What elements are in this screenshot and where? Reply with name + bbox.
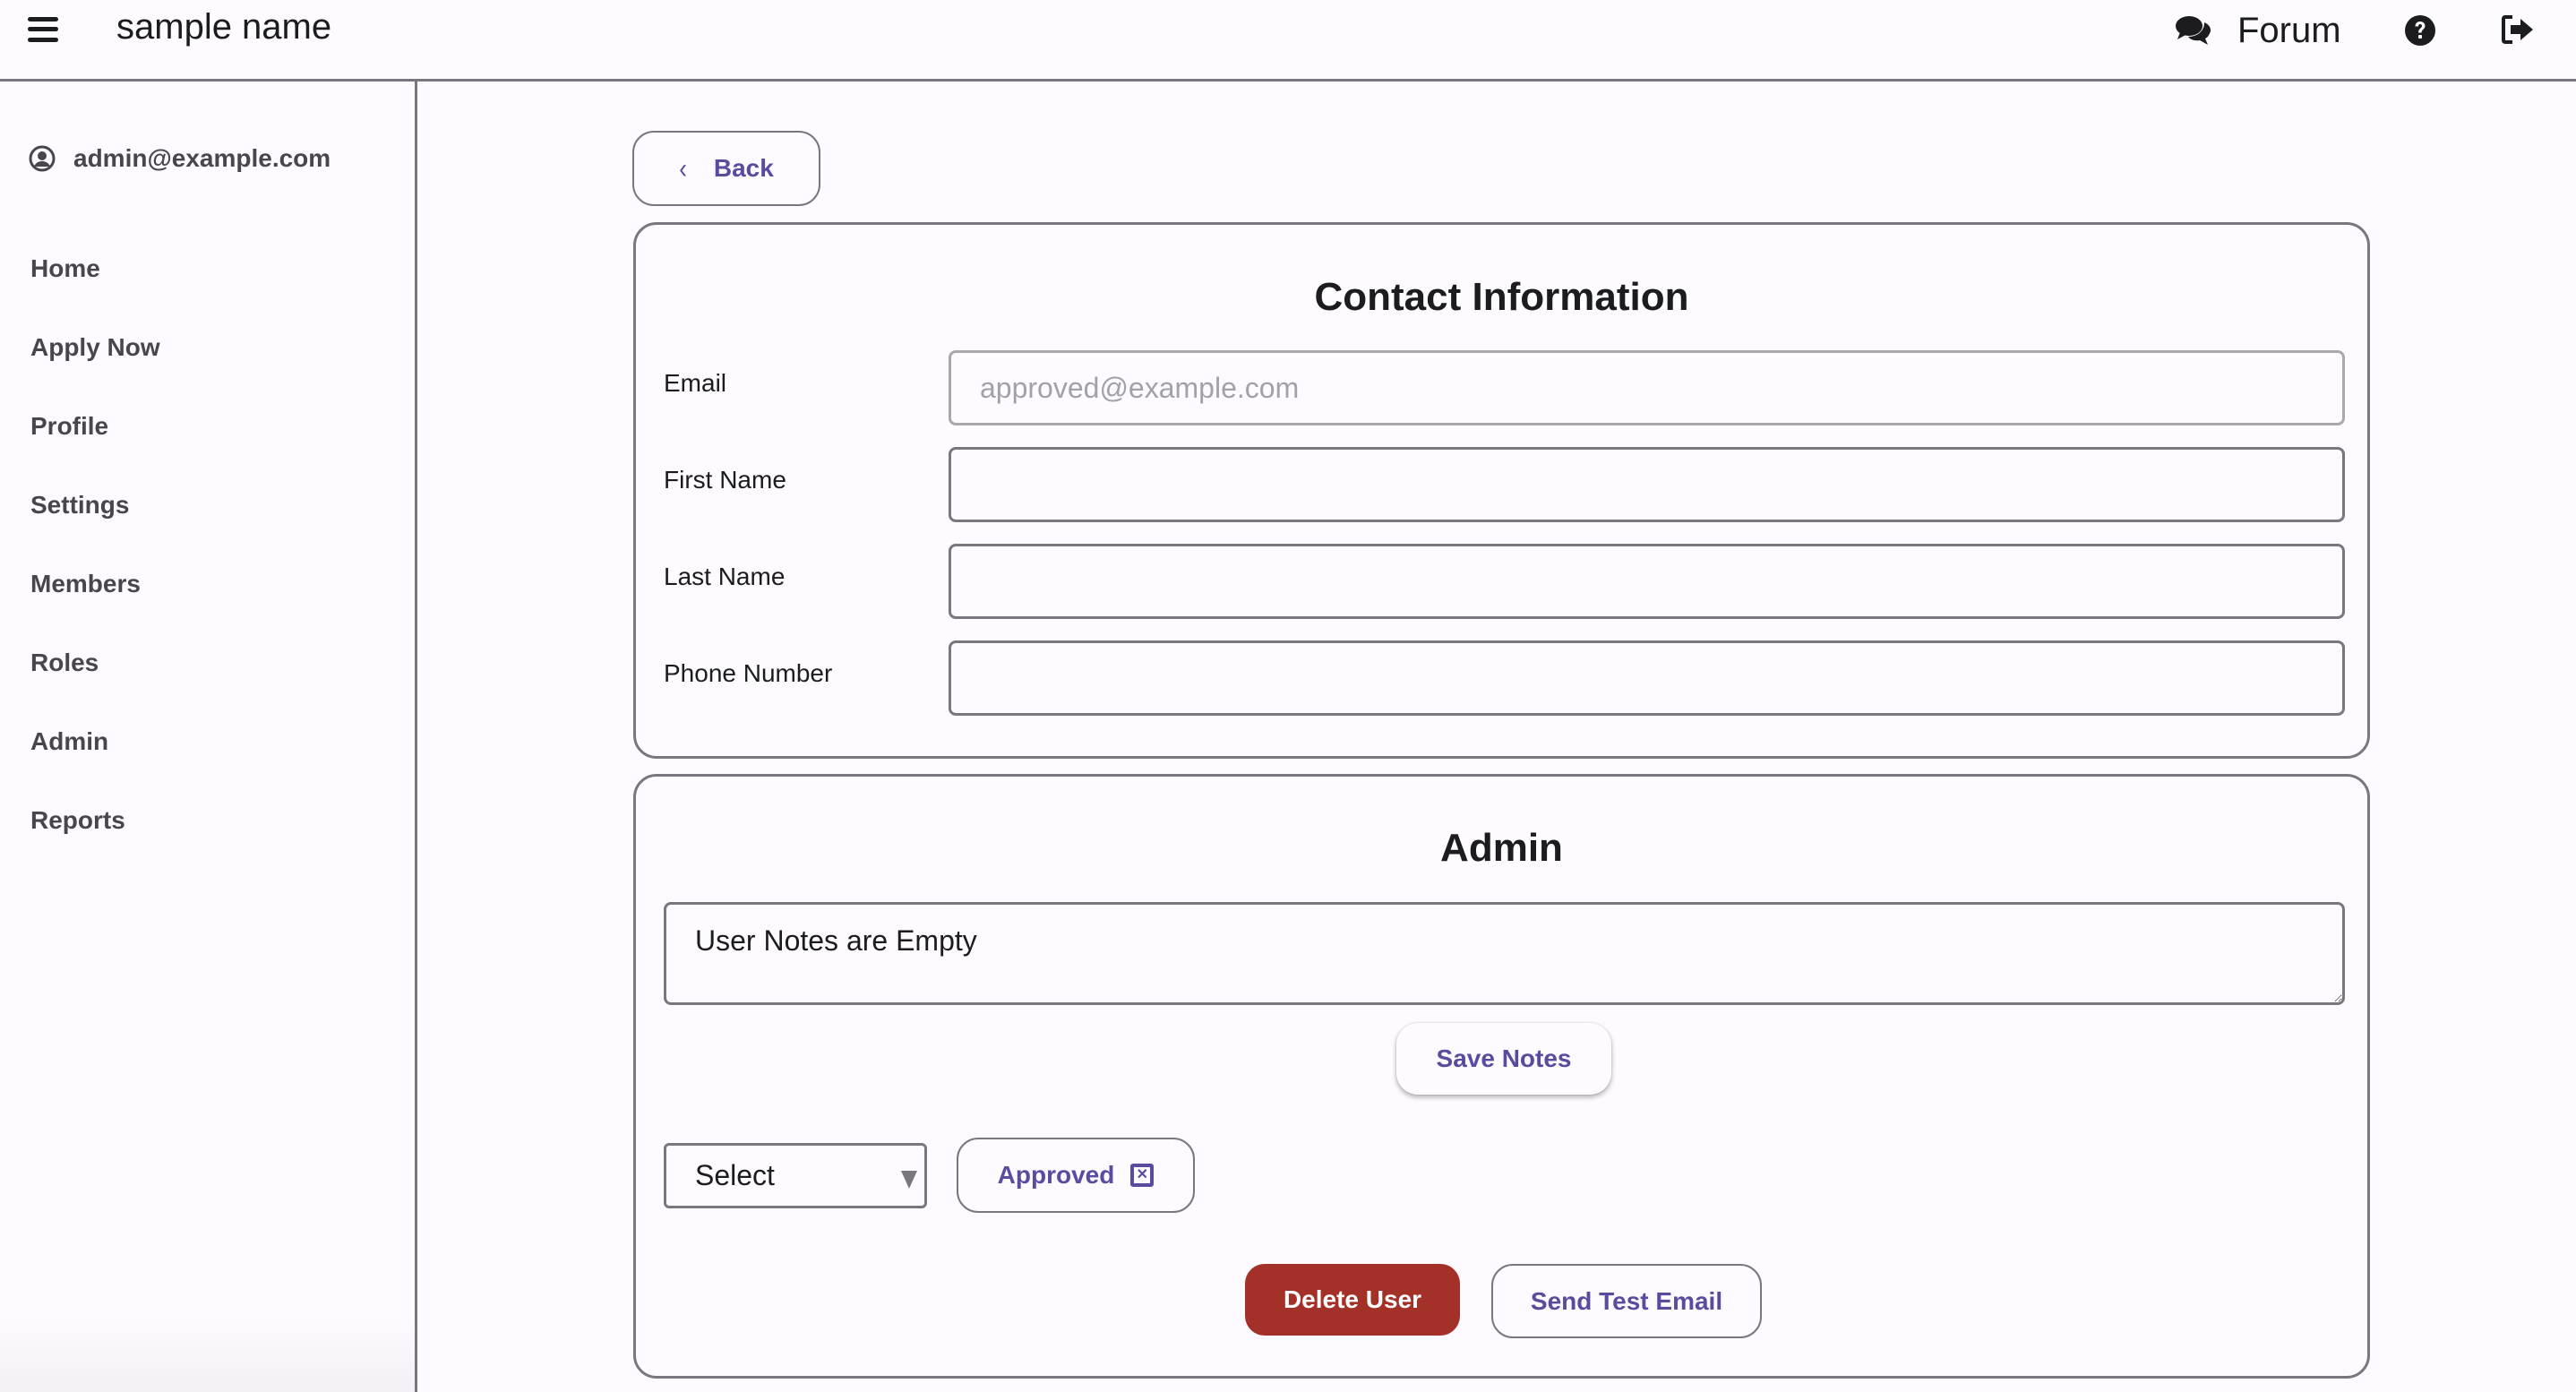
sidebar-item-admin[interactable]: Admin — [30, 727, 108, 756]
back-button[interactable]: ‹ Back — [632, 131, 820, 206]
last-name-field[interactable] — [949, 544, 2345, 619]
sidebar-item-members[interactable]: Members — [30, 570, 141, 598]
sidebar-item-apply-now[interactable]: Apply Now — [30, 333, 160, 362]
approved-status-chip[interactable]: Approved ✕ — [957, 1138, 1195, 1213]
hamburger-icon[interactable] — [25, 14, 61, 47]
close-box-icon: ✕ — [1130, 1164, 1155, 1187]
email-label: Email — [664, 369, 727, 397]
admin-title: Admin — [1440, 826, 1563, 870]
comments-icon — [2176, 16, 2211, 45]
forum-link[interactable]: Forum — [2175, 7, 2341, 54]
sidebar-item-reports[interactable]: Reports — [30, 806, 125, 835]
approved-label: Approved — [997, 1161, 1115, 1189]
sidebar-item-home[interactable]: Home — [30, 254, 100, 283]
sign-out-icon[interactable] — [2501, 14, 2535, 45]
sidebar-item-profile[interactable]: Profile — [30, 412, 108, 441]
phone-number-field[interactable] — [949, 640, 2345, 716]
role-select[interactable]: Select — [664, 1143, 927, 1208]
email-field[interactable] — [949, 350, 2345, 425]
contact-information-title: Contact Information — [1314, 275, 1689, 319]
user-circle-icon — [29, 145, 56, 172]
delete-user-button[interactable]: Delete User — [1245, 1264, 1460, 1336]
save-notes-button[interactable]: Save Notes — [1396, 1023, 1611, 1095]
role-select-value: Select — [695, 1159, 775, 1191]
phone-number-label: Phone Number — [664, 659, 833, 687]
last-name-label: Last Name — [664, 563, 786, 590]
dropdown-arrow-icon — [901, 1171, 917, 1189]
current-user: admin@example.com — [29, 144, 331, 173]
send-test-email-button[interactable]: Send Test Email — [1491, 1264, 1762, 1338]
sidebar: admin@example.com Home Apply Now Profile… — [0, 82, 417, 1392]
sidebar-item-roles[interactable]: Roles — [30, 649, 99, 677]
chevron-left-icon: ‹ — [679, 151, 687, 185]
admin-card: Admin User Notes are Empty Save Notes Se… — [633, 774, 2370, 1379]
first-name-field[interactable] — [949, 447, 2345, 522]
question-circle-icon[interactable] — [2404, 14, 2436, 47]
first-name-label: First Name — [664, 466, 786, 494]
user-notes-textarea[interactable]: User Notes are Empty — [664, 902, 2345, 1005]
back-label: Back — [713, 154, 774, 182]
app-title: sample name — [116, 7, 332, 47]
forum-label: Forum — [2237, 10, 2341, 50]
sidebar-item-settings[interactable]: Settings — [30, 491, 129, 520]
top-app-bar: sample name Forum — [0, 0, 2576, 82]
user-email: admin@example.com — [73, 144, 331, 172]
contact-information-card: Contact Information Email First Name Las… — [633, 222, 2370, 759]
